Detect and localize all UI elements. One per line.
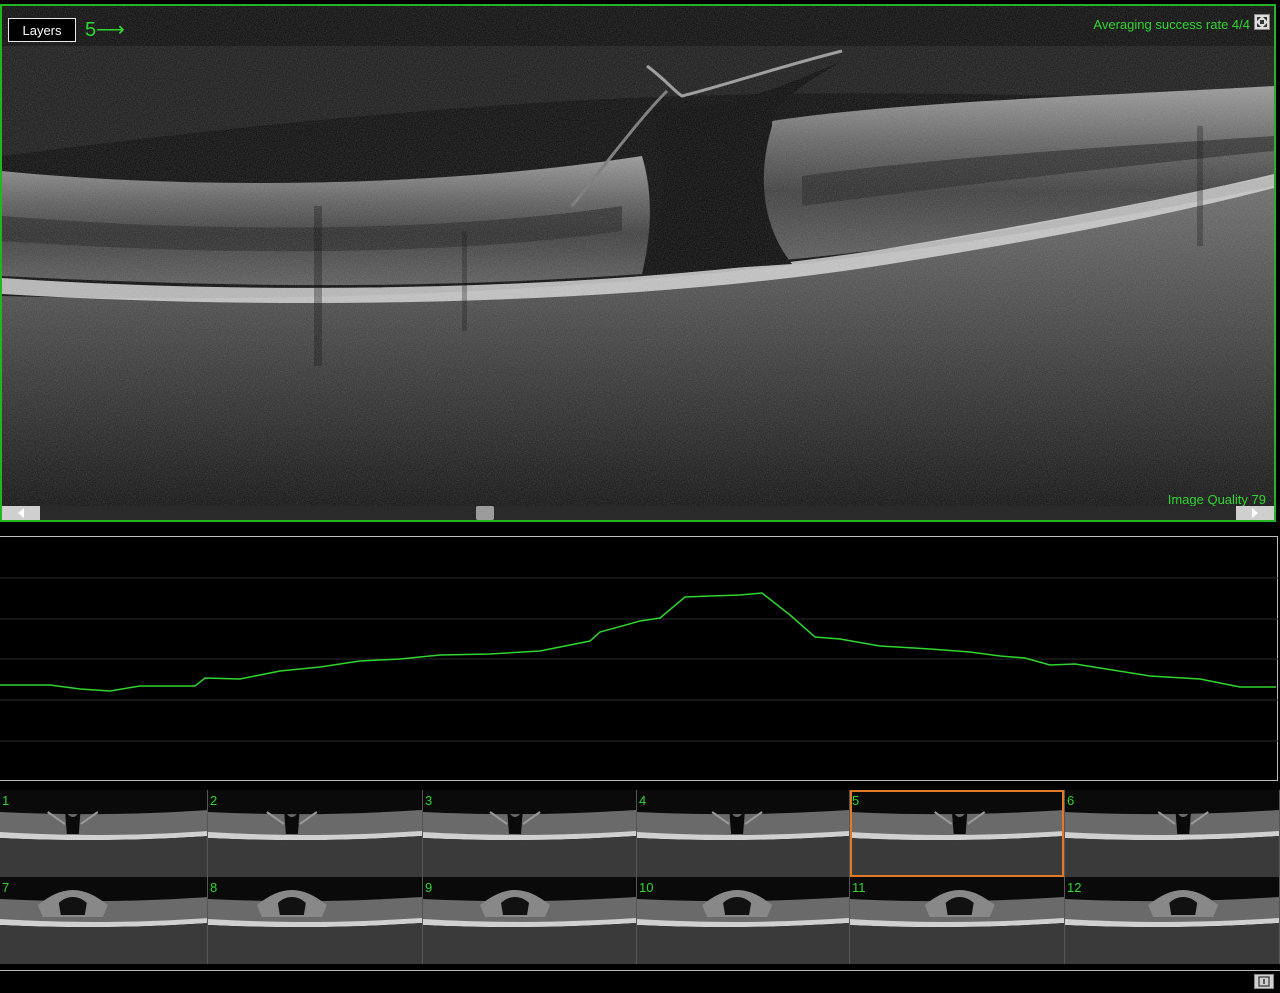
oct-bscan-image [2,6,1274,506]
thumbnail-number: 7 [2,880,10,895]
bscan-thumbnail-grid: 1 2 3 4 5 6 7 8 9 10 11 12 [0,790,1280,964]
thumbnail-scan-image [208,790,422,877]
thumbnail-12[interactable]: 12 [1065,877,1280,964]
thumbnail-scan-image [637,790,849,877]
thumbnail-number: 12 [1067,880,1082,895]
thumbnail-9[interactable]: 9 [423,877,637,964]
thumbnail-8[interactable]: 8 [208,877,423,964]
scroll-right-button[interactable] [1236,506,1274,520]
info-button[interactable] [1254,974,1274,989]
bscan-viewer[interactable]: Layers 5⟶ Averaging success rate 4/4 Ima… [0,4,1276,522]
thumbnail-scan-image [423,877,636,964]
bottom-status-bar [0,970,1280,990]
arrow-right-icon [1252,508,1258,518]
image-quality-label: Image Quality 79 [1167,492,1266,507]
expand-icon[interactable] [1254,14,1270,30]
thumbnail-3[interactable]: 3 [423,790,637,877]
thumbnail-5[interactable]: 5 [850,790,1065,877]
horizontal-scrollbar[interactable] [2,506,1274,520]
thumbnail-scan-image [0,790,207,877]
scroll-thumb[interactable] [475,506,494,520]
thumbnail-2[interactable]: 2 [208,790,423,877]
thumbnail-scan-image [850,877,1064,964]
thumbnail-number: 3 [425,793,433,808]
thumbnail-number: 4 [639,793,647,808]
slice-indicator: 5⟶ [85,19,125,41]
thickness-profile-line [0,592,1276,692]
averaging-success-rate: Averaging success rate 4/4 [1093,17,1250,32]
thumbnail-number: 1 [2,793,10,808]
thickness-profile-plot [0,577,1278,742]
thumbnail-number: 5 [852,793,860,808]
layers-button[interactable]: Layers [8,18,76,42]
scroll-left-button[interactable] [2,506,40,520]
thumbnail-scan-image [637,877,849,964]
thumbnail-1[interactable]: 1 [0,790,208,877]
thumbnail-scan-image [850,790,1064,877]
thumbnail-scan-image [423,790,636,877]
thickness-profile-panel [0,536,1278,781]
thumbnail-number: 9 [425,880,433,895]
thumbnail-6[interactable]: 6 [1065,790,1280,877]
thumbnail-11[interactable]: 11 [850,877,1065,964]
thumbnail-number: 6 [1067,793,1075,808]
thumbnail-scan-image [208,877,422,964]
arrow-left-icon [18,508,24,518]
thumbnail-scan-image [1065,877,1279,964]
thumbnail-scan-image [0,877,207,964]
expand-arrows-icon [1257,17,1267,27]
thumbnail-number: 11 [852,880,866,895]
thumbnail-number: 2 [210,793,218,808]
thumbnail-4[interactable]: 4 [637,790,850,877]
thumbnail-number: 10 [639,880,654,895]
thumbnail-number: 8 [210,880,218,895]
thumbnail-10[interactable]: 10 [637,877,850,964]
info-icon [1258,976,1270,987]
thumbnail-scan-image [1065,790,1279,877]
thumbnail-7[interactable]: 7 [0,877,208,964]
